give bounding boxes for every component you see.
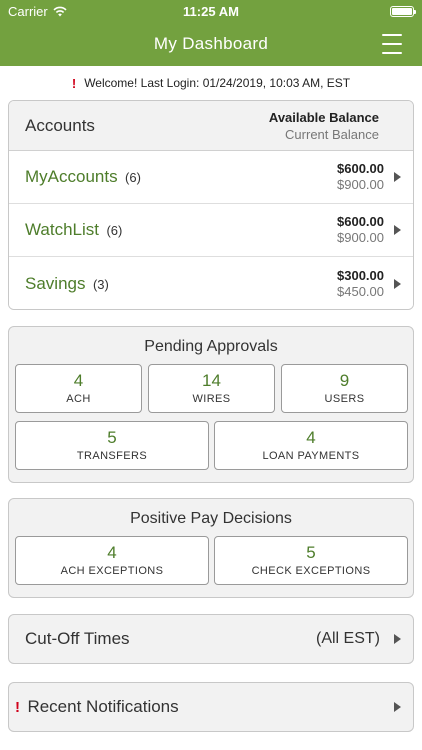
- account-name: WatchList: [25, 220, 100, 239]
- chevron-right-icon: [394, 634, 401, 644]
- tile-count: 4: [306, 428, 316, 447]
- account-row-watchlist[interactable]: WatchList (6) $600.00 $900.00: [9, 204, 413, 257]
- available-amount: $300.00: [337, 267, 384, 283]
- account-row-myaccounts[interactable]: MyAccounts (6) $600.00 $900.00: [9, 151, 413, 204]
- tile-count: 5: [107, 428, 117, 447]
- status-right: [294, 5, 416, 17]
- tile-wires-approvals[interactable]: 14 WIRES: [148, 364, 275, 413]
- tile-count: 5: [306, 543, 316, 562]
- battery-icon: [389, 5, 416, 17]
- carrier-label: Carrier: [8, 3, 48, 19]
- tile-users-approvals[interactable]: 9 USERS: [281, 364, 408, 413]
- account-name: MyAccounts: [25, 167, 118, 186]
- current-balance-label: Current Balance: [285, 126, 379, 142]
- nav-bar: My Dashboard: [0, 22, 422, 66]
- account-row-savings[interactable]: Savings (3) $300.00 $450.00: [9, 257, 413, 309]
- wifi-icon: [53, 6, 67, 16]
- chevron-right-icon: [394, 172, 401, 182]
- tile-label: TRANSFERS: [76, 450, 148, 462]
- tile-label: ACH EXCEPTIONS: [60, 565, 164, 577]
- tile-transfers-approvals[interactable]: 5 TRANSFERS: [15, 421, 209, 470]
- accounts-card: Accounts Available Balance Current Balan…: [8, 100, 414, 310]
- tile-count: 4: [73, 371, 84, 390]
- status-bar: Carrier 11:25 AM: [0, 0, 422, 22]
- accounts-title: Accounts: [25, 115, 95, 135]
- current-amount: $900.00: [337, 177, 384, 192]
- available-balance-label: Available Balance: [268, 109, 379, 125]
- tile-label: LOAN PAYMENTS: [262, 450, 360, 462]
- tile-count: 9: [339, 371, 350, 390]
- pending-approvals-title: Pending Approvals: [144, 338, 278, 355]
- battery-fill: [391, 7, 412, 15]
- cutoff-times-title: Cut-Off Times: [25, 629, 130, 648]
- chevron-right-icon: [394, 225, 401, 235]
- tile-label: WIRES: [192, 393, 231, 405]
- chevron-right-icon: [394, 702, 401, 712]
- chevron-right-icon: [394, 278, 401, 289]
- exclamation-icon: !: [15, 699, 20, 716]
- available-amount: $600.00: [337, 214, 384, 229]
- balance-legend: Available Balance Current Balance: [269, 109, 379, 143]
- page-title: My Dashboard: [153, 34, 269, 53]
- status-left: Carrier: [8, 4, 128, 19]
- tile-label: CHECK EXCEPTIONS: [251, 565, 371, 577]
- account-count: (6): [125, 170, 141, 185]
- tile-label: USERS: [324, 393, 365, 405]
- status-time: 11:25 AM: [183, 3, 239, 19]
- welcome-banner: ! Welcome! Last Login: 01/24/2019, 10:03…: [0, 66, 422, 100]
- tile-ach-approvals[interactable]: 4 ACH: [15, 364, 142, 413]
- available-amount: $600.00: [337, 161, 384, 176]
- welcome-text: Welcome! Last Login: 01/24/2019, 10:03 A…: [84, 76, 351, 90]
- current-amount: $900.00: [337, 230, 384, 245]
- account-name: Savings: [25, 273, 86, 293]
- tile-loan-payments-approvals[interactable]: 4 LOAN PAYMENTS: [214, 421, 408, 470]
- tile-label: ACH: [66, 393, 91, 405]
- accounts-header: Accounts Available Balance Current Balan…: [9, 101, 413, 151]
- pending-approvals-card: Pending Approvals 4 ACH 14 WIRES 9 USERS…: [8, 326, 414, 483]
- recent-notifications-title: Recent Notifications: [27, 697, 179, 716]
- positive-pay-card: Positive Pay Decisions 4 ACH EXCEPTIONS …: [8, 498, 414, 598]
- recent-notifications-row[interactable]: ! Recent Notifications: [8, 682, 414, 732]
- tile-count: 14: [202, 371, 221, 390]
- hamburger-menu-icon[interactable]: [382, 34, 402, 54]
- tile-check-exceptions[interactable]: 5 CHECK EXCEPTIONS: [214, 536, 408, 585]
- current-amount: $450.00: [337, 283, 384, 299]
- tile-ach-exceptions[interactable]: 4 ACH EXCEPTIONS: [15, 536, 209, 585]
- tile-count: 4: [107, 543, 117, 562]
- account-count: (3): [92, 276, 109, 292]
- cutoff-times-row[interactable]: Cut-Off Times (All EST): [8, 614, 414, 664]
- account-count: (6): [106, 223, 123, 238]
- positive-pay-title: Positive Pay Decisions: [130, 510, 292, 527]
- exclamation-icon: !: [71, 75, 77, 91]
- cutoff-timezone-note: (All EST): [316, 630, 380, 647]
